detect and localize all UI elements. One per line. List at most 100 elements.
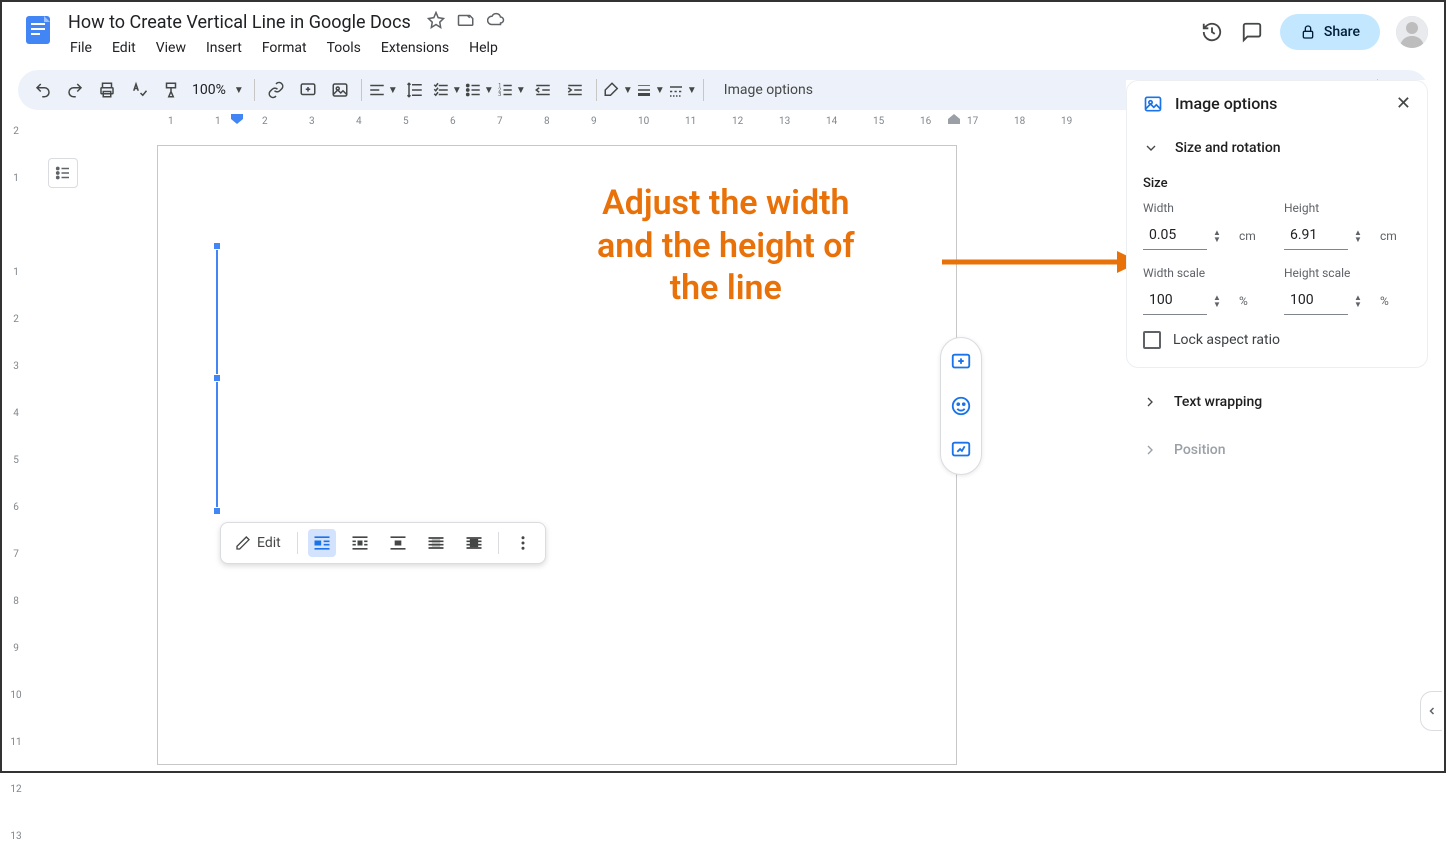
menu-help[interactable]: Help (461, 36, 506, 60)
close-sidebar-icon[interactable]: ✕ (1396, 93, 1411, 114)
move-icon[interactable] (457, 11, 475, 33)
edit-label: Edit (257, 535, 281, 551)
section-label: Text wrapping (1174, 394, 1262, 410)
image-icon (1143, 94, 1163, 114)
wscale-stepper[interactable]: ▲▼ (1213, 294, 1229, 308)
separator (254, 79, 255, 101)
hscale-input[interactable] (1284, 286, 1348, 315)
chevron-down-icon: ▼ (452, 85, 462, 96)
checklist-icon[interactable]: ▼ (432, 75, 462, 105)
outline-toggle[interactable] (48, 158, 78, 188)
menu-extensions[interactable]: Extensions (373, 36, 457, 60)
image-options-button[interactable]: Image options (710, 82, 827, 98)
wscale-input[interactable] (1143, 286, 1207, 315)
chevron-left-icon (1426, 705, 1438, 717)
section-label: Size and rotation (1175, 140, 1281, 156)
resize-handle-top[interactable] (213, 242, 221, 250)
add-comment-rail-icon[interactable] (945, 346, 977, 378)
wrap-front-icon[interactable] (460, 529, 488, 557)
share-label: Share (1324, 24, 1360, 40)
lock-aspect-checkbox[interactable] (1143, 331, 1161, 349)
size-rotation-toggle[interactable]: Size and rotation (1127, 126, 1427, 170)
border-weight-icon[interactable]: ▼ (635, 75, 665, 105)
paint-format-icon[interactable] (156, 75, 186, 105)
height-unit: cm (1380, 229, 1397, 243)
chevron-down-icon: ▼ (516, 85, 526, 96)
width-stepper[interactable]: ▲▼ (1213, 229, 1229, 243)
history-icon[interactable] (1200, 20, 1224, 44)
resize-handle-bottom[interactable] (213, 507, 221, 515)
menu-edit[interactable]: Edit (104, 36, 144, 60)
chevron-right-icon (1142, 394, 1158, 410)
comments-icon[interactable] (1240, 20, 1264, 44)
chevron-down-icon: ▼ (655, 85, 665, 96)
share-button[interactable]: Share (1280, 14, 1380, 50)
zoom-value: 100% (192, 82, 226, 98)
separator (361, 79, 362, 101)
border-dash-icon[interactable]: ▼ (667, 75, 697, 105)
height-input[interactable] (1284, 221, 1348, 250)
image-inline-toolbar: Edit (220, 522, 546, 564)
spellcheck-icon[interactable] (124, 75, 154, 105)
wrap-text-icon[interactable] (346, 529, 374, 557)
star-icon[interactable] (427, 11, 445, 33)
more-options-icon[interactable] (509, 529, 537, 557)
indent-decrease-icon[interactable] (528, 75, 558, 105)
numbered-list-icon[interactable]: 123▼ (496, 75, 526, 105)
add-emoji-icon[interactable] (945, 390, 977, 422)
chevron-down-icon: ▼ (623, 85, 633, 96)
print-icon[interactable] (92, 75, 122, 105)
border-color-icon[interactable]: ▼ (603, 75, 633, 105)
separator (703, 79, 704, 101)
menu-tools[interactable]: Tools (319, 36, 369, 60)
redo-icon[interactable] (60, 75, 90, 105)
text-wrapping-toggle[interactable]: Text wrapping (1126, 378, 1428, 426)
indent-marker-right[interactable] (948, 114, 960, 130)
doc-title[interactable]: How to Create Vertical Line in Google Do… (62, 10, 417, 35)
edit-image-button[interactable]: Edit (229, 535, 287, 551)
comment-rail (940, 337, 982, 475)
wrap-behind-icon[interactable] (422, 529, 450, 557)
image-options-sidebar: Image options ✕ Size and rotation Size W… (1126, 80, 1428, 474)
suggest-edit-icon[interactable] (945, 434, 977, 466)
bullet-list-icon[interactable]: ▼ (464, 75, 494, 105)
position-toggle: Position (1126, 426, 1428, 474)
avatar[interactable] (1396, 16, 1428, 48)
menu-file[interactable]: File (62, 36, 100, 60)
indent-increase-icon[interactable] (560, 75, 590, 105)
resize-handle-mid[interactable] (213, 374, 221, 382)
align-icon[interactable]: ▼ (368, 75, 398, 105)
separator (498, 532, 499, 554)
menu-insert[interactable]: Insert (198, 36, 250, 60)
annotation-line: and the height of (597, 225, 855, 268)
cloud-icon[interactable] (487, 11, 505, 33)
wscale-label: Width scale (1143, 266, 1270, 280)
lock-aspect-label: Lock aspect ratio (1173, 332, 1280, 348)
annotation-line: Adjust the width (597, 182, 855, 225)
width-input[interactable] (1143, 221, 1207, 250)
wrap-inline-icon[interactable] (308, 529, 336, 557)
insert-image-icon[interactable] (325, 75, 355, 105)
undo-icon[interactable] (28, 75, 58, 105)
zoom-selector[interactable]: 100%▼ (188, 82, 248, 98)
menu-format[interactable]: Format (254, 36, 315, 60)
hscale-stepper[interactable]: ▲▼ (1354, 294, 1370, 308)
selected-drawing-line[interactable] (216, 246, 218, 511)
line-spacing-icon[interactable] (400, 75, 430, 105)
link-icon[interactable] (261, 75, 291, 105)
separator (297, 532, 298, 554)
menu-view[interactable]: View (148, 36, 194, 60)
hscale-label: Height scale (1284, 266, 1411, 280)
chevron-down-icon: ▼ (687, 85, 697, 96)
add-comment-icon[interactable] (293, 75, 323, 105)
width-label: Width (1143, 201, 1270, 215)
ruler-vertical: 2112345678910111213 (4, 114, 28, 769)
height-stepper[interactable]: ▲▼ (1354, 229, 1370, 243)
docs-logo[interactable] (18, 10, 58, 50)
indent-marker-left[interactable] (231, 114, 243, 130)
svg-text:3: 3 (498, 92, 501, 98)
wrap-break-icon[interactable] (384, 529, 412, 557)
side-panel-toggle[interactable] (1420, 691, 1442, 731)
chevron-down-icon (1143, 140, 1159, 156)
annotation-arrow (942, 247, 1142, 277)
